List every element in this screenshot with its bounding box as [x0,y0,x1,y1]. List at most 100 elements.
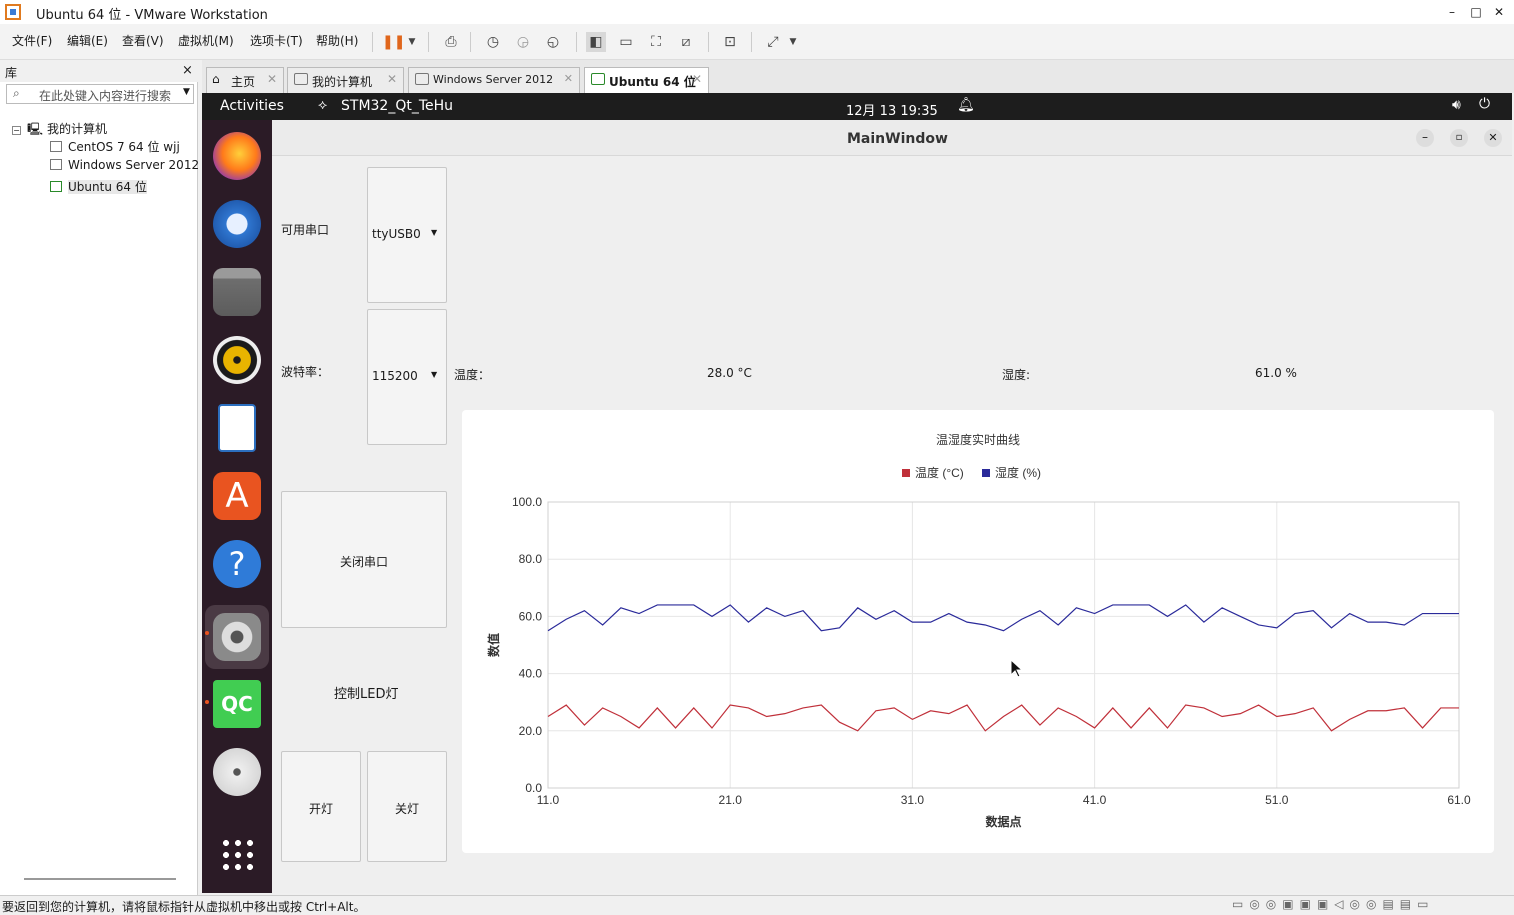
port-label: 可用串口 [281,223,330,237]
vm-icon [50,159,62,170]
tab-home[interactable]: ⌂ 主页 ✕ [206,67,284,93]
stretch-icon[interactable]: ⤢ [763,32,783,52]
menu-view[interactable]: 查看(V) [122,32,164,49]
firefox-icon[interactable] [213,132,261,180]
baud-select[interactable]: 115200 ▼ [367,309,447,445]
search-icon: ⌕ [13,86,20,100]
vm-running-icon [591,73,605,85]
vm-icon [50,141,62,152]
tab-my-computer[interactable]: 我的计算机 ✕ [287,67,404,93]
menu-help[interactable]: 帮助(H) [316,32,358,49]
fullscreen-icon[interactable]: ⛶ [646,32,666,52]
restore-icon[interactable]: ▫ [1450,129,1468,147]
close-port-button[interactable]: 关闭串口 [281,491,447,628]
files-icon[interactable] [213,268,261,316]
chart-title: 温湿度实时曲线 [936,432,1020,447]
app-center-icon[interactable]: A [213,472,261,520]
chevron-down-icon[interactable]: ▼ [402,32,422,52]
tab-close-icon[interactable]: ✕ [564,72,573,85]
collapse-icon[interactable]: − [12,126,21,135]
gnome-topbar: Activities ⟡ STM32_Qt_TeHu 12月 13 19:35 … [202,93,1512,120]
vmware-titlebar: Ubuntu 64 位 - VMware Workstation – □ ✕ [0,0,1514,24]
send-ctrl-alt-del-icon[interactable]: ⎙ [441,32,461,52]
led-label: 控制LED灯 [334,687,399,702]
legend-swatch [982,469,990,477]
tree-item-ubuntu[interactable]: Ubuntu 64 位 [50,178,147,195]
snapshot-manager-icon[interactable]: ◵ [543,32,563,52]
maximize-icon[interactable]: □ [1465,2,1487,22]
y-tick-label: 60.0 [519,609,543,623]
legend-swatch [902,469,910,477]
bell-icon[interactable]: 🔔︎ [957,97,975,113]
chevron-down-icon[interactable]: ▼ [783,32,803,52]
vm-display[interactable]: Activities ⟡ STM32_Qt_TeHu 12月 13 19:35 … [202,93,1512,893]
activities-button[interactable]: Activities [220,98,284,114]
library-close-icon[interactable]: × [182,63,193,78]
library-panel: 库 × ⌕ 在此处键入内容进行搜索 ▼ − 🖳 我的计算机 CentOS 7 64 … [0,60,199,896]
chart-svg: 温湿度实时曲线温度 (°C) 湿度 (%)0.020.040.060.080.01… [486,432,1471,829]
settings-icon[interactable] [213,613,261,661]
menu-file[interactable]: 文件(F) [12,32,52,49]
clock[interactable]: 12月 13 19:35 [846,100,938,119]
pause-icon[interactable]: ❚❚ [382,32,405,52]
tab-close-icon[interactable]: ✕ [267,72,277,86]
vm-icon [415,73,429,85]
series-line-humidity [547,604,1459,632]
search-placeholder: 在此处键入内容进行搜索 [39,89,172,103]
disc-icon[interactable] [213,748,261,796]
computer-icon: 🖳 [27,122,44,136]
close-icon[interactable]: ✕ [1488,2,1510,22]
tab-close-icon[interactable]: ✕ [387,72,397,86]
thunderbird-icon[interactable] [213,200,261,248]
minimize-icon[interactable]: – [1416,129,1434,147]
plot-area-border [547,501,1460,789]
led-on-button[interactable]: 开灯 [281,751,361,862]
library-search-input[interactable]: ⌕ 在此处键入内容进行搜索 ▼ [6,84,194,104]
console-icon[interactable]: ⊡ [720,32,740,52]
device-status-icons[interactable]: ▭◎◎▣▣▣◁◎◎▤▤▭ [1232,897,1434,911]
port-select-value: ttyUSB0 [372,227,421,241]
tab-windows-server[interactable]: Windows Server 2012 ✕ [408,67,580,93]
writer-icon[interactable] [218,404,256,452]
snapshot-icon[interactable]: ◷ [483,32,503,52]
menu-edit[interactable]: 编辑(E) [67,32,108,49]
library-title: 库 [5,66,18,80]
revert-snapshot-icon[interactable]: ◶ [513,32,533,52]
show-apps-icon[interactable] [220,837,254,871]
ubuntu-dock: A ? QC [202,120,272,893]
qt-creator-icon[interactable]: QC [213,680,261,728]
tab-close-icon[interactable]: ✕ [692,72,702,86]
close-icon[interactable]: ✕ [1484,129,1502,147]
chevron-down-icon[interactable]: ▼ [183,87,190,97]
horizontal-scrollbar[interactable] [24,878,176,880]
volume-icon[interactable]: 🔊︎ [1452,97,1461,113]
app-menu[interactable]: STM32_Qt_TeHu [341,98,453,114]
tree-item-windows-server[interactable]: Windows Server 2012 [50,158,199,172]
port-select[interactable]: ttyUSB0 ▼ [367,167,447,303]
tree-item-centos[interactable]: CentOS 7 64 位 wjj [50,138,180,155]
help-icon[interactable]: ? [213,540,261,588]
legend-label: 湿度 (%) [995,465,1041,480]
minimize-icon[interactable]: – [1441,2,1463,22]
unity-icon[interactable]: ⧄ [676,32,696,52]
y-tick-label: 20.0 [519,724,543,738]
main-window-titlebar: MainWindow – ▫ ✕ [272,120,1512,156]
tab-ubuntu[interactable]: Ubuntu 64 位 ✕ [584,67,709,93]
chevron-down-icon: ▼ [431,228,438,237]
tree-root-label: 我的计算机 [47,122,108,136]
show-thumbnail-icon[interactable]: ▭ [616,32,636,52]
menu-tabs[interactable]: 选项卡(T) [250,32,303,49]
rhythmbox-icon[interactable] [213,336,261,384]
show-library-icon[interactable]: ◧ [586,32,606,52]
y-tick-label: 40.0 [519,667,543,681]
tab-label: 主页 [231,75,256,89]
led-off-button[interactable]: 关灯 [367,751,447,862]
x-tick-label: 11.0 [537,793,560,807]
tab-label: Windows Server 2012 [433,73,554,86]
toolbar-separator [708,32,709,52]
menu-vm[interactable]: 虚拟机(M) [178,32,234,49]
series-line-temperature [547,704,1459,732]
baud-label: 波特率： [281,365,330,379]
power-icon[interactable]: ⏻ [1479,96,1490,112]
humidity-value: 61.0 % [1255,366,1297,380]
